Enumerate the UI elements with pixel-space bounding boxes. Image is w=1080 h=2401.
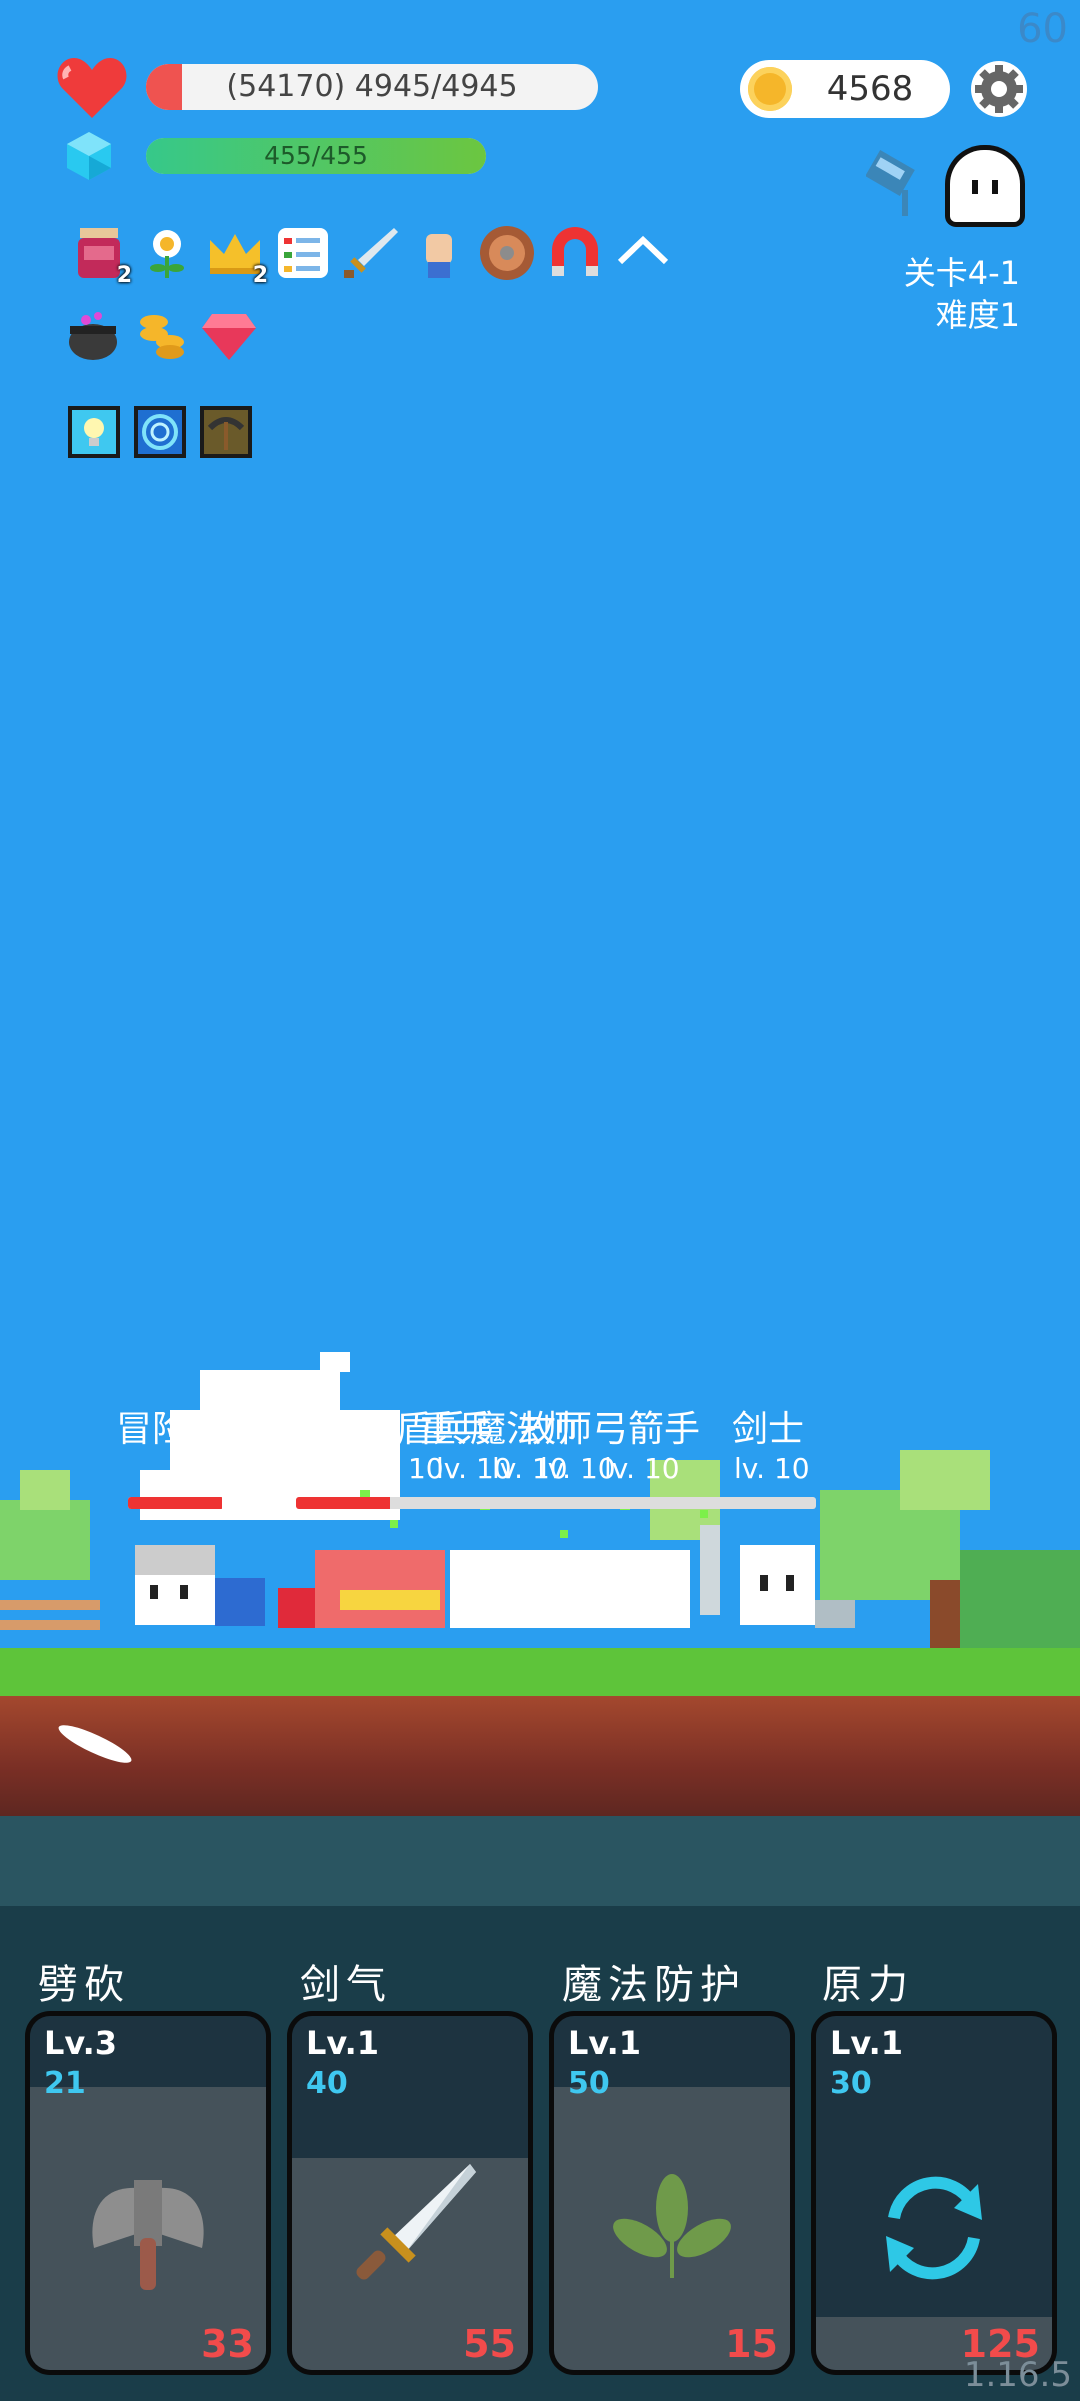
leaf-icon: [613, 2174, 731, 2279]
hero-name: 冒险: [116, 1409, 189, 1450]
stage-difficulty: 难度1: [935, 296, 1020, 334]
coin-icon: [748, 67, 792, 111]
heart-icon: [57, 58, 127, 118]
coin-stack-icon[interactable]: [132, 306, 190, 364]
enemy-hp-bars: [296, 1497, 816, 1509]
skill-card-magic-shield[interactable]: Lv.1 50 15: [554, 2016, 790, 2370]
buff-row-2: [64, 306, 268, 364]
skill-cooldown: 15: [725, 2322, 778, 2366]
checklist-icon[interactable]: [274, 224, 332, 282]
enemy-group: [278, 1525, 855, 1628]
mp-bar: 455/455: [146, 138, 486, 174]
ruby-icon[interactable]: [200, 306, 258, 364]
skill-card-force[interactable]: Lv.1 30 125: [816, 2016, 1052, 2370]
skill-cost: 21: [44, 2066, 86, 2101]
ghost-companion-icon[interactable]: [950, 150, 1020, 222]
magnet-icon[interactable]: [546, 224, 604, 282]
water-surface: [0, 1816, 1080, 1906]
slash-effect: [58, 1725, 132, 1763]
hero-hp-fill: [128, 1497, 223, 1509]
item-slots: [68, 406, 266, 458]
skill-level: Lv.1: [830, 2024, 904, 2062]
buff-count: 2: [252, 263, 268, 288]
lightbulb-slot-icon[interactable]: [68, 406, 120, 458]
enemy-name: 剑士: [732, 1409, 805, 1450]
axe-icon: [92, 2180, 204, 2291]
hp-text: (54170) 4945/4945: [226, 69, 518, 104]
enemy-name: 弓箭手: [592, 1409, 701, 1450]
gold-counter: 4568: [740, 60, 950, 118]
pickaxe-slot-icon[interactable]: [200, 406, 252, 458]
portal-slot-icon[interactable]: [134, 406, 186, 458]
fist-icon[interactable]: [410, 224, 468, 282]
buff-row-1: 2 2: [70, 224, 682, 288]
cauldron-icon[interactable]: [64, 306, 122, 364]
enemy-level: lv. 10: [734, 1452, 810, 1485]
skill-name: 剑气: [300, 1962, 392, 2008]
jam-jar-icon[interactable]: 2: [70, 224, 132, 288]
hp-bar: (54170) 4945/4945: [146, 64, 598, 110]
skill-cost: 40: [306, 2066, 348, 2101]
skill-cost: 50: [568, 2066, 610, 2101]
dirt-ground: [0, 1696, 1080, 1816]
hero-hp-bar: [128, 1497, 224, 1509]
collapse-chevron-icon[interactable]: [614, 224, 672, 282]
fence: [0, 1600, 100, 1630]
skill-name: 劈砍: [38, 1962, 130, 2008]
version-label: 1.16.5: [963, 2355, 1072, 2395]
stage-level: 关卡4-1: [903, 254, 1020, 292]
sword-icon[interactable]: [342, 224, 400, 282]
enemy-level: lv. 10: [368, 1452, 444, 1485]
stage-info: 关卡4-1 难度1: [904, 252, 1020, 336]
hero-knight: [135, 1545, 265, 1626]
settings-gear-icon[interactable]: [970, 60, 1028, 118]
skill-name: 魔法防护: [562, 1962, 746, 2008]
crown-icon[interactable]: 2: [206, 224, 268, 288]
skill-level: Lv.3: [44, 2024, 118, 2062]
skill-cooldown: 55: [463, 2322, 516, 2366]
refresh-cycle-icon: [886, 2177, 982, 2280]
grass-ground: [0, 1648, 1080, 1696]
ghost-eye: [992, 180, 998, 194]
buff-count: 2: [116, 263, 132, 288]
enemy-name: 牧师: [520, 1409, 593, 1450]
skill-cooldown: 33: [201, 2322, 254, 2366]
paint-brush-icon[interactable]: [866, 150, 930, 220]
skill-level: Lv.1: [306, 2024, 380, 2062]
sword-icon: [356, 2164, 476, 2280]
skill-name: 原力: [822, 1962, 914, 2008]
ghost-eye: [972, 180, 978, 194]
fps-counter: 60: [1017, 6, 1068, 52]
skill-cost: 30: [830, 2066, 872, 2101]
skill-level: Lv.1: [568, 2024, 642, 2062]
skill-card-sword-qi[interactable]: Lv.1 40 55: [292, 2016, 528, 2370]
gem-icon: [67, 132, 111, 180]
enemy-level: lv. 10: [604, 1452, 680, 1485]
flower-icon[interactable]: [138, 224, 196, 282]
skill-card-chop[interactable]: Lv.3 21 33: [30, 2016, 266, 2370]
enemy-hp-fill: [296, 1497, 390, 1509]
mp-text: 455/455: [264, 141, 368, 170]
gold-value: 4568: [826, 69, 914, 109]
round-shield-icon[interactable]: [478, 224, 536, 282]
